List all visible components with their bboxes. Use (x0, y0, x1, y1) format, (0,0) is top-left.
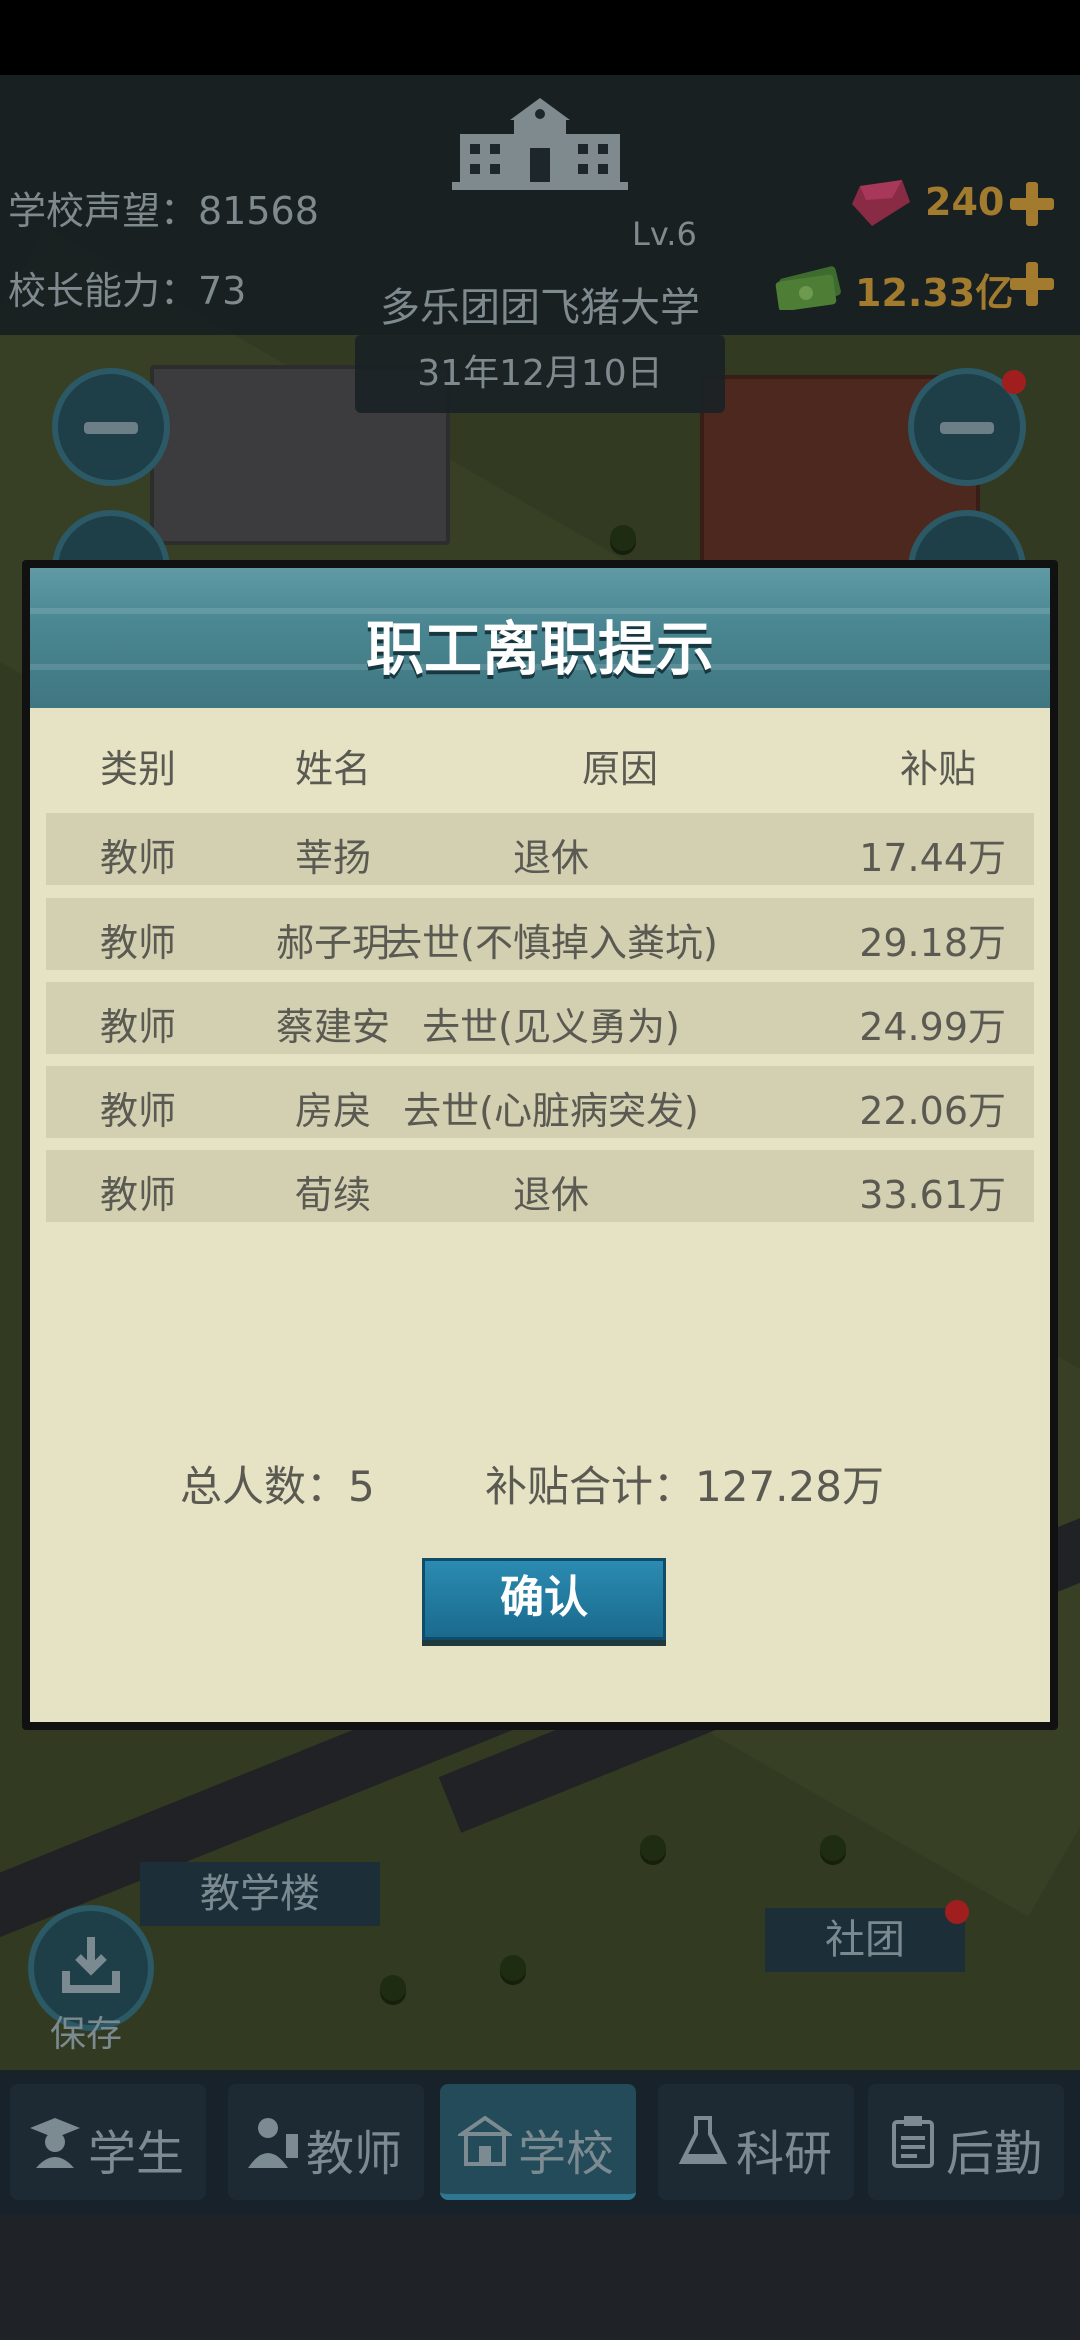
cell-reason: 去世(心脏病突发) (403, 1089, 699, 1133)
school-building-icon (452, 98, 628, 190)
notification-dot (1002, 370, 1026, 394)
cell-reason: 退休 (512, 1173, 589, 1217)
column-header-subsidy: 补贴 (900, 747, 977, 791)
add-gems-icon[interactable] (1010, 182, 1054, 226)
bottom-nav: 学生 教师 学校 科研 后勤 (0, 2070, 1080, 2215)
cell-reason: 退休 (512, 836, 589, 880)
add-money-icon[interactable] (1010, 262, 1054, 306)
school-name: 多乐团团飞猪大学 (380, 285, 700, 331)
student-icon (30, 2118, 80, 2168)
column-header-reason: 原因 (582, 747, 659, 791)
cell-type: 教师 (100, 1173, 177, 1217)
tab-label: 后勤 (946, 2126, 1043, 2182)
flask-icon (678, 2116, 728, 2164)
tab-label: 教师 (306, 2126, 403, 2182)
cell-subsidy: 33.61万 (859, 1173, 1006, 1217)
map-label-teaching-building[interactable]: 教学楼 (140, 1862, 380, 1926)
download-icon (62, 1937, 120, 1993)
money-icon (775, 266, 841, 310)
cell-subsidy: 24.99万 (859, 1005, 1006, 1049)
dialog-title: 职工离职提示 (365, 615, 714, 683)
cell-reason: 去世(见义勇为) (422, 1005, 680, 1049)
minus-icon (940, 422, 994, 434)
teacher-icon (248, 2118, 298, 2168)
table-row: 教师 房戾 去世(心脏病突发) 22.06万 (46, 1066, 1034, 1138)
map-label-club[interactable]: 社团 (765, 1908, 965, 1972)
school-level: Lv.6 (632, 215, 697, 253)
column-header-name: 姓名 (295, 747, 372, 791)
table-row: 教师 蔡建安 去世(见义勇为) 24.99万 (46, 982, 1034, 1054)
tab-label: 学校 (518, 2126, 615, 2182)
system-nav-bar (0, 2215, 1080, 2340)
gem-icon (852, 180, 910, 226)
cell-type: 教师 (100, 836, 177, 880)
reputation-text: 学校声望：81568 (8, 189, 319, 233)
zoom-out-button[interactable] (52, 368, 170, 486)
tab-teachers[interactable]: 教师 (228, 2084, 424, 2200)
cell-subsidy: 29.18万 (859, 921, 1006, 965)
cell-reason: 去世(不慎掉入粪坑) (384, 921, 718, 965)
school-icon (458, 2115, 512, 2166)
total-subsidy: 补贴合计：127.28万 (485, 1462, 884, 1511)
cell-subsidy: 22.06万 (859, 1089, 1006, 1133)
tab-research[interactable]: 科研 (658, 2084, 854, 2200)
save-label: 保存 (50, 2014, 123, 2055)
cell-type: 教师 (100, 1089, 177, 1133)
table-row: 教师 荀续 退休 33.61万 (46, 1150, 1034, 1222)
money-amount: 12.33亿 (855, 271, 1014, 315)
notification-dot (945, 1900, 969, 1924)
cell-subsidy: 17.44万 (859, 836, 1006, 880)
staff-resignation-dialog: 职工离职提示 类别 姓名 原因 补贴 教师 莘扬 退休 17.44万 教师 郝子… (22, 560, 1058, 1730)
gem-count: 240 (925, 180, 1005, 224)
minus-icon (84, 422, 138, 434)
table-row: 教师 郝子玥 去世(不慎掉入粪坑) 29.18万 (46, 898, 1034, 970)
table-row: 教师 莘扬 退休 17.44万 (46, 813, 1034, 885)
column-header-type: 类别 (100, 747, 177, 791)
tab-label: 科研 (736, 2126, 833, 2182)
cell-type: 教师 (100, 921, 177, 965)
cell-type: 教师 (100, 1005, 177, 1049)
game-date: 31年12月10日 (355, 335, 725, 413)
confirm-button[interactable]: 确认 (422, 1558, 666, 1640)
total-count: 总人数：5 (180, 1462, 375, 1511)
tab-logistics[interactable]: 后勤 (868, 2084, 1064, 2200)
tab-students[interactable]: 学生 (10, 2084, 206, 2200)
status-bar (0, 0, 1080, 75)
ability-text: 校长能力：73 (8, 269, 247, 313)
clipboard-icon (892, 2116, 934, 2168)
tab-label: 学生 (88, 2126, 185, 2182)
tab-school[interactable]: 学校 (440, 2084, 636, 2200)
